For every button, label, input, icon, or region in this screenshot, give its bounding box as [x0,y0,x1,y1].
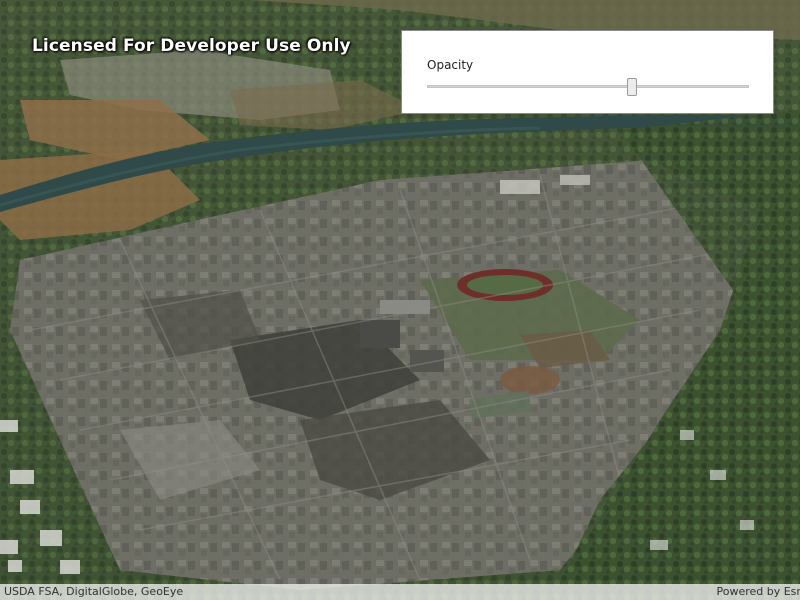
opacity-label: Opacity [427,58,474,72]
attribution-text: USDA FSA, DigitalGlobe, GeoEye [4,585,184,598]
opacity-slider-thumb[interactable] [626,78,637,96]
license-watermark: Licensed For Developer Use Only [32,36,351,56]
attribution-bar: USDA FSA, DigitalGlobe, GeoEye Powered b… [0,584,800,600]
opacity-panel: Opacity [401,30,774,114]
map-scene-view[interactable]: Licensed For Developer Use Only Opacity … [0,0,800,600]
opacity-slider-track[interactable] [427,85,749,88]
powered-by-esri-link[interactable]: Powered by Esri [716,585,800,598]
